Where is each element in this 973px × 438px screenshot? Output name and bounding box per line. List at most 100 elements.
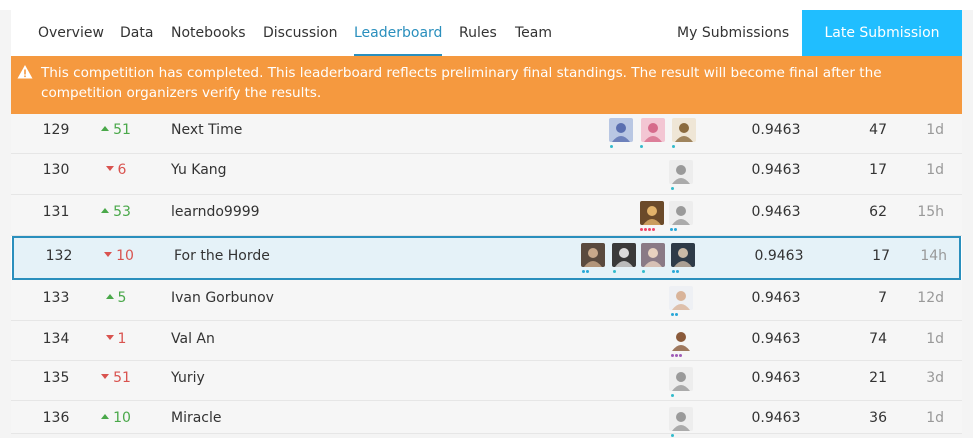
progress-dots <box>613 270 617 274</box>
rank-change: 53 <box>91 204 141 220</box>
team-member-avatar[interactable] <box>640 201 664 225</box>
leaderboard-row[interactable]: 135 51 Yuriy 0.9463 21 3d <box>11 361 962 401</box>
leaderboard-row[interactable]: 133 5 Ivan Gorbunov 0.9463 7 12d <box>11 280 962 321</box>
entries-count: 36 <box>869 410 887 426</box>
leaderboard-row[interactable]: 134 1 Val An 0.9463 74 1d <box>11 321 962 361</box>
progress-dots <box>582 270 590 274</box>
team-member-avatar[interactable] <box>669 407 693 431</box>
team-name-link[interactable]: Ivan Gorbunov <box>171 290 274 306</box>
rank-value: 133 <box>42 290 70 306</box>
entries-count: 21 <box>869 370 887 386</box>
score-value: 0.9463 <box>751 370 801 386</box>
progress-dots <box>671 187 675 191</box>
rank-change-value: 6 <box>117 162 127 178</box>
progress-dots <box>671 354 683 358</box>
team-member-avatar[interactable] <box>612 243 636 267</box>
arrow-up-icon <box>105 293 114 299</box>
last-submission-time: 1d <box>926 331 944 347</box>
team-member-avatar[interactable] <box>641 118 665 142</box>
progress-dots <box>671 434 675 438</box>
team-name-link[interactable]: Val An <box>171 331 215 347</box>
late-submission-button[interactable]: Late Submission <box>802 10 962 56</box>
entries-count: 7 <box>878 290 887 306</box>
rank-value: 136 <box>42 410 70 426</box>
score-value: 0.9463 <box>751 204 801 220</box>
rank-change: 5 <box>91 290 141 306</box>
team-member-avatar[interactable] <box>641 243 665 267</box>
team-member-avatar[interactable] <box>609 118 633 142</box>
rank-value: 132 <box>45 248 73 264</box>
team-member-avatar[interactable] <box>669 286 693 310</box>
team-name-link[interactable]: For the Horde <box>174 248 270 264</box>
score-value: 0.9463 <box>751 410 801 426</box>
team-member-avatar[interactable] <box>669 160 693 184</box>
my-submissions-link[interactable]: My Submissions <box>677 10 789 56</box>
tab-overview[interactable]: Overview <box>38 10 104 56</box>
rank-change-value: 51 <box>113 370 131 386</box>
rank-value: 134 <box>42 331 70 347</box>
tab-team[interactable]: Team <box>515 10 552 56</box>
team-member-avatar[interactable] <box>669 367 693 391</box>
team-name-link[interactable]: Yuriy <box>171 370 205 386</box>
tab-data[interactable]: Data <box>120 10 153 56</box>
leaderboard-row[interactable]: 130 6 Yu Kang 0.9463 17 1d <box>11 154 962 195</box>
progress-dots <box>610 145 614 149</box>
competition-completed-banner: This competition has completed. This lea… <box>11 56 962 114</box>
entries-count: 74 <box>869 331 887 347</box>
score-value: 0.9463 <box>751 290 801 306</box>
progress-dots <box>640 145 644 149</box>
rank-change-value: 51 <box>113 122 131 138</box>
rank-change-value: 5 <box>117 290 127 306</box>
rank-change-value: 10 <box>113 410 131 426</box>
entries-count: 17 <box>869 162 887 178</box>
team-name-link[interactable]: Yu Kang <box>171 162 227 178</box>
arrow-down-icon <box>101 373 110 379</box>
progress-dots <box>672 270 680 274</box>
progress-dots <box>671 394 675 398</box>
team-member-avatar[interactable] <box>581 243 605 267</box>
leaderboard-row[interactable]: 136 10 Miracle 0.9463 36 1d <box>11 401 962 437</box>
score-value: 0.9463 <box>751 331 801 347</box>
rank-change: 51 <box>91 122 141 138</box>
rank-value: 131 <box>42 204 70 220</box>
last-submission-time: 15h <box>917 204 944 220</box>
entries-count: 62 <box>869 204 887 220</box>
leaderboard-rows: 129 51 Next Time 0.9463 47 1d 130 6 Yu Kang 0.946… <box>11 114 962 437</box>
rank-value: 129 <box>42 122 70 138</box>
last-submission-time: 1d <box>926 122 944 138</box>
rank-change: 51 <box>91 370 141 386</box>
tab-discussion[interactable]: Discussion <box>263 10 337 56</box>
rank-change: 10 <box>91 410 141 426</box>
tab-leaderboard[interactable]: Leaderboard <box>354 10 443 56</box>
entries-count: 47 <box>869 122 887 138</box>
rank-change: 1 <box>91 331 141 347</box>
progress-dots <box>670 228 678 232</box>
team-member-avatar[interactable] <box>669 201 693 225</box>
arrow-up-icon <box>101 207 110 213</box>
score-value: 0.9463 <box>751 162 801 178</box>
team-name-link[interactable]: Next Time <box>171 122 242 138</box>
window-top-edge <box>0 0 973 10</box>
tab-rules[interactable]: Rules <box>459 10 497 56</box>
rank-change-value: 1 <box>117 331 127 347</box>
team-name-link[interactable]: Miracle <box>171 410 222 426</box>
progress-dots <box>672 145 676 149</box>
leaderboard-row[interactable]: 132 10 For the Horde 0.9463 17 14h <box>12 236 961 280</box>
rank-value: 135 <box>42 370 70 386</box>
last-submission-time: 1d <box>926 410 944 426</box>
team-member-avatar[interactable] <box>669 327 693 351</box>
leaderboard-row[interactable]: 131 53 learndo9999 0.9463 62 15h <box>11 195 962 236</box>
last-submission-time: 3d <box>926 370 944 386</box>
leaderboard-row[interactable]: 129 51 Next Time 0.9463 47 1d <box>11 114 962 154</box>
arrow-up-icon <box>101 125 110 131</box>
rank-value: 130 <box>42 162 70 178</box>
team-member-avatar[interactable] <box>672 118 696 142</box>
last-submission-time: 12d <box>917 290 944 306</box>
team-name-link[interactable]: learndo9999 <box>171 204 260 220</box>
rank-change: 10 <box>94 248 144 264</box>
score-value: 0.9463 <box>751 122 801 138</box>
tab-notebooks[interactable]: Notebooks <box>171 10 246 56</box>
team-member-avatar[interactable] <box>671 243 695 267</box>
warning-icon <box>17 65 33 79</box>
score-value: 0.9463 <box>754 248 804 264</box>
